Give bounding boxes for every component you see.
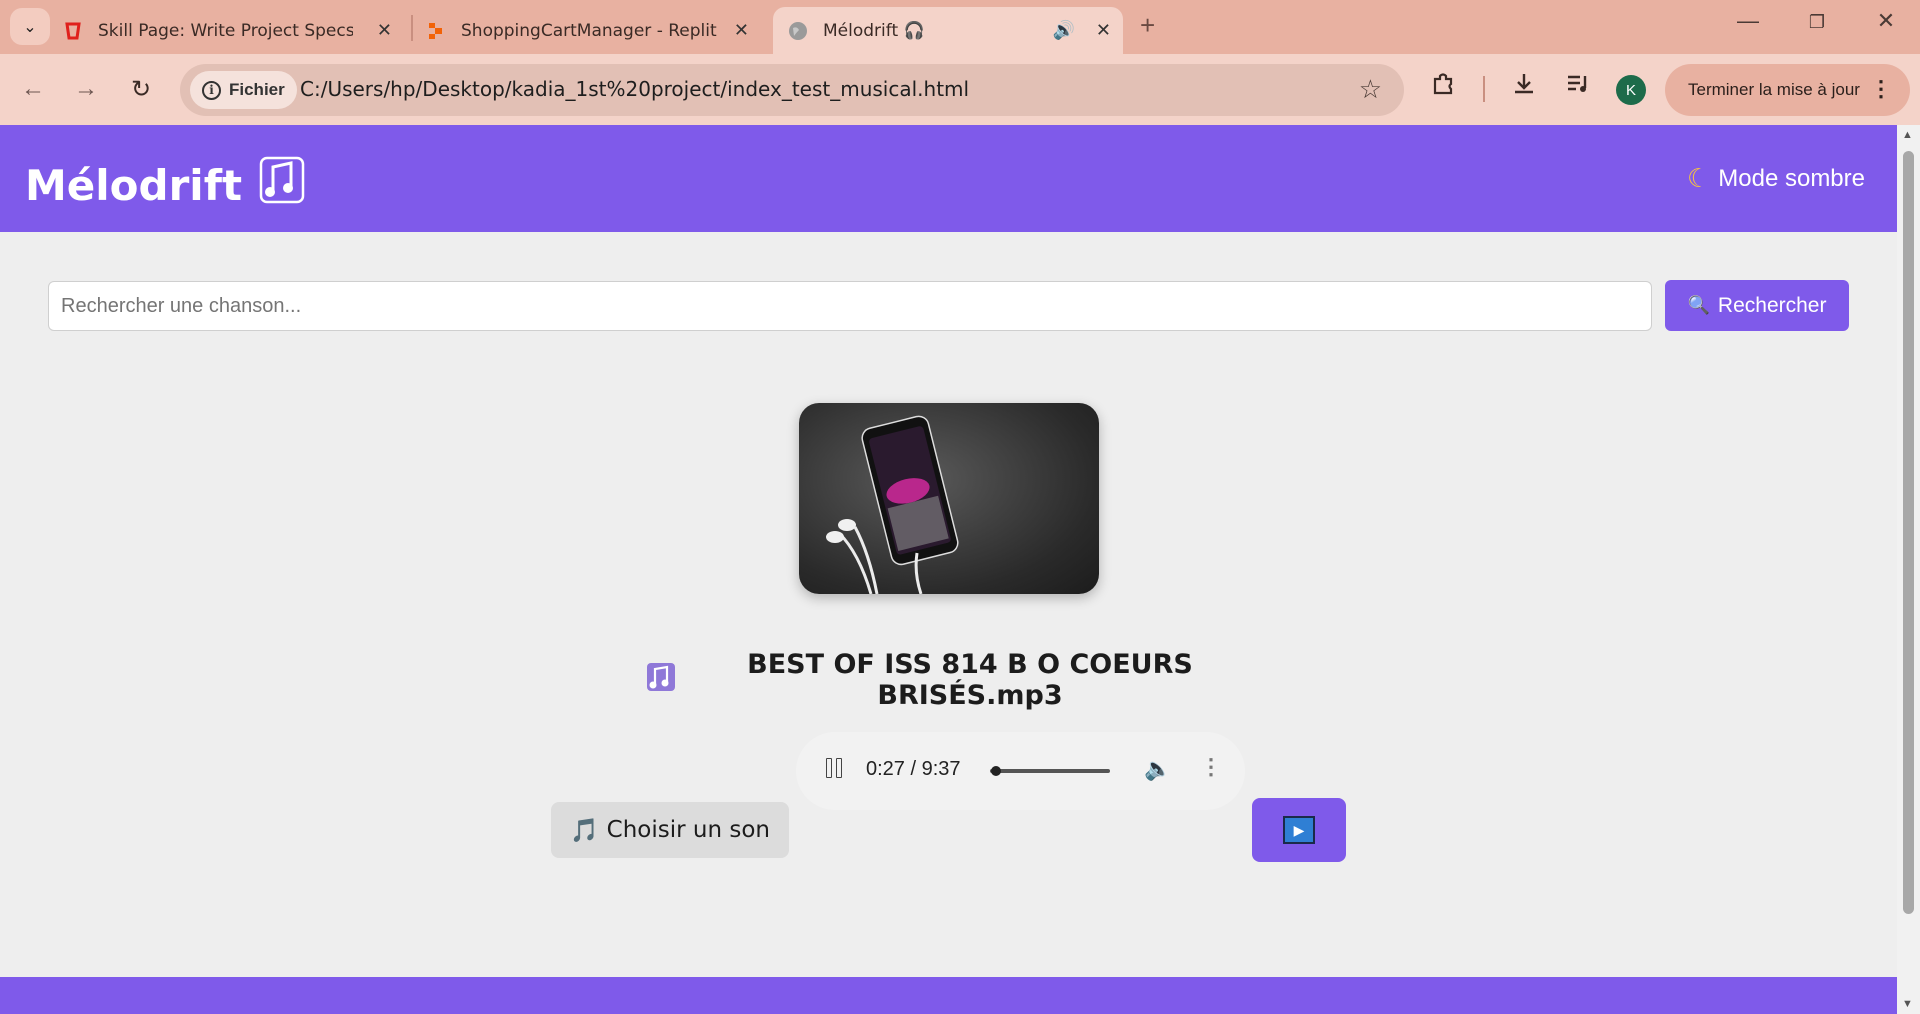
close-icon[interactable]: ✕ <box>1096 20 1111 41</box>
pause-icon-bar <box>826 758 832 778</box>
close-icon[interactable]: ✕ <box>734 20 749 41</box>
brand[interactable]: Mélodrift <box>25 155 306 215</box>
url-text[interactable]: C:/Users/hp/Desktop/kadia_1st%20project/… <box>300 77 969 101</box>
restore-button[interactable]: ❐ <box>1797 12 1837 33</box>
more-vert-icon[interactable]: ⋮ <box>1200 754 1222 780</box>
choose-sound-button[interactable]: 🎵 Choisir un son <box>551 802 789 858</box>
choose-sound-label: Choisir un son <box>606 817 770 843</box>
reload-button[interactable]: ↻ <box>122 70 160 108</box>
media-control-icon[interactable] <box>1565 71 1591 104</box>
pause-button[interactable] <box>826 758 842 778</box>
globe-icon <box>787 20 809 42</box>
update-button[interactable]: Terminer la mise à jour ⋮ <box>1665 64 1910 116</box>
scroll-down-arrow-icon[interactable]: ▼ <box>1902 998 1913 1010</box>
arrow-right-icon: → <box>74 75 98 102</box>
download-icon[interactable] <box>1511 71 1537 104</box>
update-label: Terminer la mise à jour <box>1688 80 1860 99</box>
tab-melodrift[interactable]: Mélodrift 🎧 🔊 ✕ <box>773 7 1123 54</box>
music-note-icon: 🎵 <box>570 817 599 844</box>
moon-icon: ☾ <box>1686 163 1711 193</box>
address-bar[interactable]: i Fichier C:/Users/hp/Desktop/kadia_1st%… <box>180 64 1404 116</box>
tab-title: Skill Page: Write Project Specs & <box>98 20 353 41</box>
plus-icon: + <box>1140 10 1156 40</box>
close-icon[interactable]: ✕ <box>377 20 392 41</box>
scroll-thumb[interactable] <box>1903 151 1914 914</box>
toolbar-separator <box>1483 76 1485 102</box>
reload-icon: ↻ <box>130 75 152 103</box>
dark-mode-toggle[interactable]: ☾ Mode sombre <box>1687 163 1865 194</box>
search-button-label: Rechercher <box>1717 293 1827 317</box>
speaker-icon[interactable]: 🔊 <box>1053 20 1075 41</box>
minimize-icon: — <box>1737 8 1759 33</box>
song-search-input[interactable] <box>48 281 1652 331</box>
back-button[interactable]: ← <box>14 70 52 108</box>
tab-title: ShoppingCartManager - Replit <box>461 20 717 41</box>
new-tab-button[interactable]: + <box>1140 10 1155 41</box>
tab-replit[interactable]: ShoppingCartManager - Replit ✕ <box>425 7 761 54</box>
chevron-down-icon: ⌄ <box>23 18 37 36</box>
forward-button[interactable]: → <box>67 70 105 108</box>
play-icon: ▶ <box>1283 816 1315 844</box>
album-cover <box>799 403 1099 594</box>
close-icon: ✕ <box>1876 8 1896 33</box>
song-title-text: BEST OF ISS 814 B O COEURS BRISÉS.mp3 <box>747 649 1193 711</box>
browser-tab-bar: ⌄ Skill Page: Write Project Specs & ✕ Sh… <box>0 0 1920 54</box>
pause-icon-bar <box>836 758 842 778</box>
star-icon[interactable]: ☆ <box>1359 74 1382 105</box>
tab-skill-page[interactable]: Skill Page: Write Project Specs & ✕ <box>62 7 404 54</box>
volume-icon[interactable]: 🔈 <box>1144 756 1171 782</box>
replit-icon <box>425 20 447 42</box>
app-header: Mélodrift ☾ Mode sombre <box>0 125 1897 232</box>
tab-title: Mélodrift 🎧 <box>823 20 925 41</box>
chip-label: Fichier <box>229 80 285 99</box>
progress-handle[interactable] <box>991 766 1001 776</box>
music-notes-icon <box>645 661 677 700</box>
search-icon: 🔍 <box>1687 295 1710 315</box>
tab-separator <box>411 15 413 41</box>
scrollbar[interactable]: ▲ ▼ <box>1897 125 1920 1014</box>
extensions-icon[interactable] <box>1430 71 1456 104</box>
browser-toolbar: ← → ↻ i Fichier C:/Users/hp/Desktop/kadi… <box>0 54 1920 125</box>
play-button[interactable]: ▶ <box>1252 798 1346 862</box>
info-icon: i <box>202 80 221 100</box>
audio-player: 0:27 / 9:37 🔈 ⋮ <box>796 732 1245 810</box>
page-viewport: Mélodrift ☾ Mode sombre 🔍 Rechercher <box>0 125 1897 1014</box>
more-vert-icon: ⋮ <box>1870 76 1892 101</box>
now-playing-title: BEST OF ISS 814 B O COEURS BRISÉS.mp3 <box>645 649 1253 711</box>
close-window-button[interactable]: ✕ <box>1866 8 1906 34</box>
dark-mode-label: Mode sombre <box>1718 164 1865 192</box>
scroll-up-arrow-icon[interactable]: ▲ <box>1902 129 1913 141</box>
music-notes-icon <box>258 155 306 215</box>
time-display: 0:27 / 9:37 <box>866 758 961 780</box>
tab-list-button[interactable]: ⌄ <box>10 8 50 45</box>
restore-icon: ❐ <box>1808 12 1826 32</box>
site-info-chip[interactable]: i Fichier <box>190 71 297 109</box>
app-footer <box>0 977 1897 1014</box>
skill-page-icon <box>62 20 84 42</box>
arrow-left-icon: ← <box>21 75 45 102</box>
minimize-button[interactable]: — <box>1728 8 1768 34</box>
search-button[interactable]: 🔍 Rechercher <box>1665 280 1849 331</box>
profile-avatar[interactable]: K <box>1616 75 1646 105</box>
brand-title: Mélodrift <box>25 160 243 210</box>
progress-track[interactable] <box>990 769 1110 773</box>
